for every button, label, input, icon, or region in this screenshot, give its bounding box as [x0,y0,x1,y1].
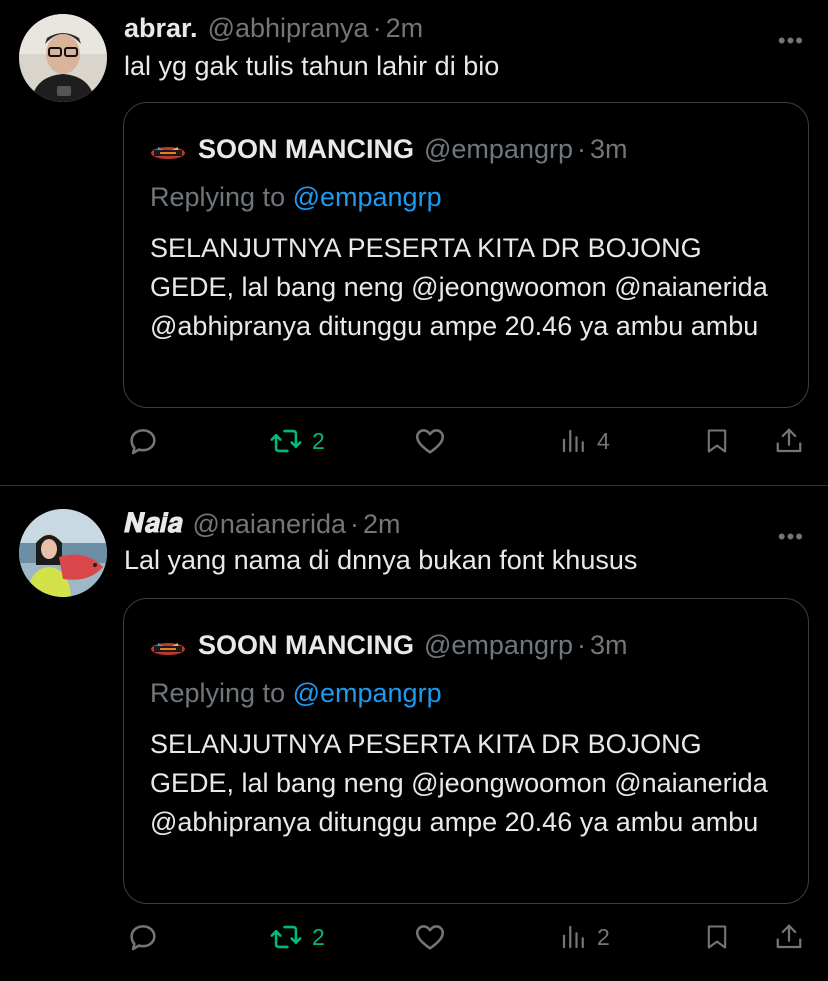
tweet-text: Lal yang nama di dnnya bukan font khusus [124,545,638,575]
share-icon [776,428,802,453]
quoted-user-handle: @empangrp [424,629,573,660]
views-icon [562,925,584,949]
display-name[interactable]: 𝑵𝒂𝒊𝒂 [124,508,182,540]
quoted-timestamp: 3m [590,133,628,164]
display-name[interactable]: abrar. [124,13,198,44]
replying-to-mention[interactable]: @empangrp [293,182,442,212]
quoted-tweet[interactable]: SOON MANCING @empangrp · 3m Replying to … [123,598,809,904]
retweet-button[interactable]: 2 [268,421,325,461]
tweet-actions: 2 4 [0,421,828,461]
tweet-actions: 2 2 [0,917,828,957]
user-handle[interactable]: @abhipranya [208,13,369,44]
separator-dot: · [372,12,382,43]
views-count: 2 [597,923,610,950]
reply-button[interactable] [126,917,160,957]
retweet-button[interactable]: 2 [268,917,325,957]
separator-dot: · [577,629,586,660]
tweet[interactable]: abrar. @abhipranya · 2m ••• lal yg gak t… [0,0,828,486]
views-button[interactable]: 2 [559,917,610,957]
quoted-avatar-logo [150,635,186,655]
retweet-count: 2 [312,923,325,950]
timestamp[interactable]: 2m [386,13,424,44]
quoted-tweet[interactable]: SOON MANCING @empangrp · 3m Replying to … [123,102,809,408]
tweet-text: lal yg gak tulis tahun lahir di bio [124,51,500,81]
replying-to: Replying to @empangrp [150,678,442,709]
quoted-avatar-logo [150,139,186,159]
replying-to-label: Replying to [150,678,293,708]
replying-to: Replying to @empangrp [150,182,442,213]
retweet-icon [270,429,302,453]
retweet-icon [270,925,302,949]
views-count: 4 [597,427,610,454]
views-button[interactable]: 4 [559,421,610,461]
tweet-header: abrar. @abhipranya · 2m [124,11,798,45]
heart-icon [415,429,445,454]
bookmark-button[interactable] [703,917,731,957]
like-button[interactable] [413,421,447,461]
quoted-tweet-header: SOON MANCING @empangrp · 3m [150,131,628,167]
replying-to-label: Replying to [150,182,293,212]
timestamp[interactable]: 2m [363,509,401,540]
replying-to-mention[interactable]: @empangrp [293,678,442,708]
bookmark-icon [707,429,727,453]
like-button[interactable] [413,917,447,957]
views-icon [562,429,584,453]
separator-dot: · [577,133,586,164]
bookmark-icon [707,925,727,949]
bookmark-button[interactable] [703,421,731,461]
reply-button[interactable] [126,421,160,461]
quoted-user-handle: @empangrp [424,133,573,164]
tweet-header: 𝑵𝒂𝒊𝒂 @naianerida · 2m [124,507,798,541]
avatar[interactable] [19,14,107,102]
tweet-divider [0,485,828,486]
reply-icon [130,925,156,951]
separator-dot: · [349,508,359,539]
timeline-feed: abrar. @abhipranya · 2m ••• lal yg gak t… [0,0,828,981]
avatar[interactable] [19,509,107,597]
tweet[interactable]: 𝑵𝒂𝒊𝒂 @naianerida · 2m ••• Lal yang nama … [0,487,828,981]
quoted-tweet-text: SELANJUTNYA PESERTA KITA DR BOJONG GEDE,… [150,233,768,341]
quoted-timestamp: 3m [590,629,628,660]
user-handle[interactable]: @naianerida [192,509,346,540]
quoted-tweet-header: SOON MANCING @empangrp · 3m [150,627,628,663]
share-button[interactable] [774,917,804,957]
quoted-display-name: SOON MANCING [198,629,414,660]
share-button[interactable] [774,421,804,461]
quoted-tweet-text: SELANJUTNYA PESERTA KITA DR BOJONG GEDE,… [150,729,768,837]
quoted-display-name: SOON MANCING [198,133,414,164]
reply-icon [130,429,156,455]
retweet-count: 2 [312,427,325,454]
heart-icon [415,925,445,950]
share-icon [776,924,802,949]
